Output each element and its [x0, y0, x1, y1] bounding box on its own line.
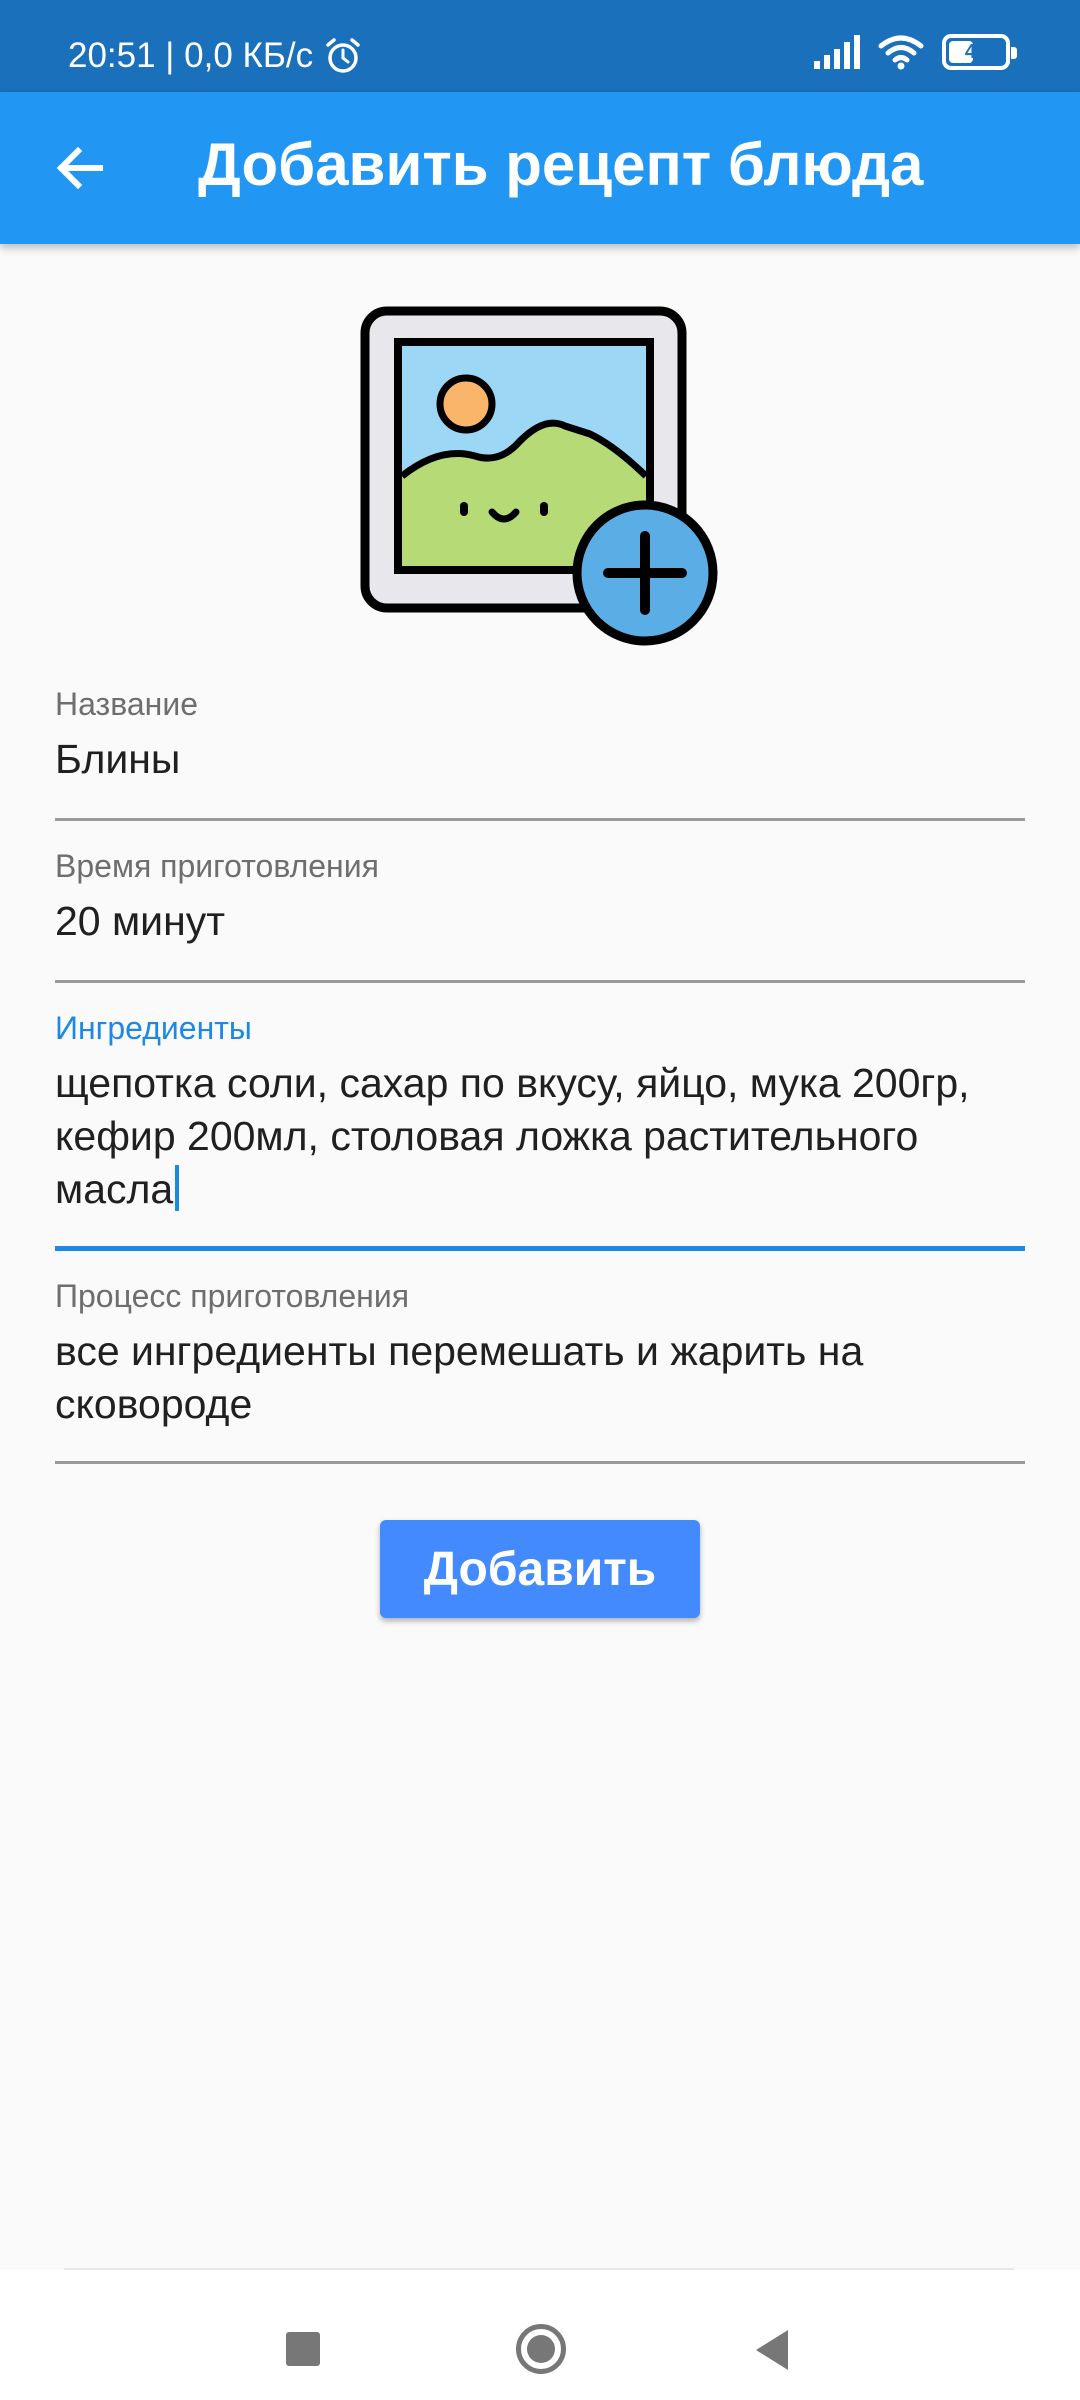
name-label: Название	[55, 686, 198, 722]
process-label: Процесс приготовления	[55, 1278, 410, 1314]
status-time-speed: 20:51 | 0,0 КБ/с	[68, 36, 314, 75]
nav-back-icon[interactable]	[756, 2330, 788, 2370]
status-right: 40	[814, 34, 1017, 70]
recents-icon[interactable]	[286, 2332, 320, 2366]
name-underline	[55, 818, 1025, 821]
home-icon[interactable]	[516, 2324, 566, 2374]
app-bar: Добавить рецепт блюда	[0, 92, 1080, 244]
ingredients-field[interactable]: Ингредиенты щепотка соли, сахар по вкусу…	[55, 1010, 1025, 1254]
add-image-icon[interactable]	[360, 306, 722, 652]
status-left: 20:51 | 0,0 КБ/с	[68, 36, 363, 76]
battery-icon: 40	[942, 34, 1017, 70]
cook-time-value[interactable]: 20 минут	[55, 895, 1025, 948]
status-bar: 20:51 | 0,0 КБ/с 40	[0, 0, 1080, 92]
battery-level: 40	[964, 40, 988, 63]
process-value[interactable]: все ингредиенты перемешать и жарить на с…	[55, 1325, 1025, 1431]
ingredients-underline	[55, 1246, 1025, 1251]
cook-time-label: Время приготовления	[55, 848, 379, 884]
cook-time-underline	[55, 980, 1025, 983]
add-button[interactable]: Добавить	[380, 1520, 700, 1618]
ingredients-value[interactable]: щепотка соли, сахар по вкусу, яйцо, мука…	[55, 1057, 1025, 1216]
name-field[interactable]: Название Блины	[55, 686, 1025, 822]
cook-time-field[interactable]: Время приготовления 20 минут	[55, 848, 1025, 984]
arrow-back-icon[interactable]	[50, 138, 110, 198]
navigation-bar	[0, 2270, 1080, 2400]
text-cursor	[175, 1165, 180, 1211]
alarm-icon	[326, 38, 360, 73]
process-field[interactable]: Процесс приготовления все ингредиенты пе…	[55, 1278, 1025, 1464]
signal-icon	[814, 35, 860, 69]
name-value[interactable]: Блины	[55, 733, 1025, 786]
wifi-icon	[878, 35, 924, 70]
page-title: Добавить рецепт блюда	[198, 131, 924, 198]
ingredients-text: щепотка соли, сахар по вкусу, яйцо, мука…	[55, 1060, 970, 1212]
process-underline	[55, 1461, 1025, 1464]
ingredients-label: Ингредиенты	[55, 1010, 252, 1046]
